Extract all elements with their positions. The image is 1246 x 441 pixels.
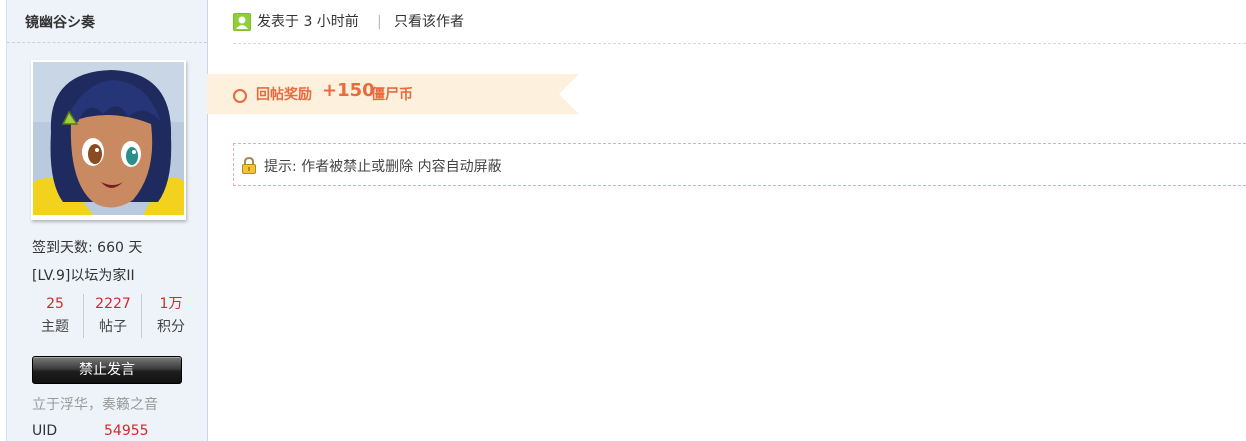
stat-value: 1万 bbox=[159, 296, 183, 312]
stat-posts[interactable]: 2227 帖子 bbox=[85, 292, 141, 338]
only-author-link[interactable]: 只看该作者 bbox=[394, 12, 464, 32]
circle-icon bbox=[233, 89, 247, 103]
stat-points[interactable]: 1万 积分 bbox=[143, 292, 199, 338]
stat-divider bbox=[141, 294, 142, 338]
meta-divider-line bbox=[233, 43, 1246, 44]
avatar-image bbox=[33, 62, 184, 215]
user-level[interactable]: [LV.9]以坛为家II bbox=[32, 265, 135, 285]
reply-reward-banner: 回帖奖励 +150 僵尸币 bbox=[207, 74, 579, 114]
reward-label: 回帖奖励 bbox=[256, 87, 312, 103]
stat-label: 积分 bbox=[157, 319, 185, 335]
notice-text: 提示: 作者被禁止或删除 内容自动屏蔽 bbox=[264, 159, 502, 175]
uid-value: 54955 bbox=[104, 423, 149, 439]
user-motto: 立于浮华，奏籁之音 bbox=[32, 397, 158, 413]
uid-label: UID bbox=[32, 423, 58, 439]
stat-label: 主题 bbox=[41, 319, 69, 335]
avatar[interactable] bbox=[31, 60, 186, 220]
user-stats: 25 主题 2227 帖子 1万 积分 bbox=[25, 292, 195, 340]
sidebar-divider bbox=[7, 42, 207, 43]
user-icon bbox=[233, 13, 251, 31]
ban-speech-badge: 禁止发言 bbox=[32, 356, 182, 384]
stat-value: 25 bbox=[46, 296, 64, 312]
reward-unit: 僵尸币 bbox=[371, 87, 413, 103]
reward-amount: +150 bbox=[322, 80, 375, 101]
stat-label: 帖子 bbox=[99, 319, 127, 335]
author-sidebar: 镜幽谷シ奏 签到天数: 660 天 [LV.9]以坛为家II 25 主题 222… bbox=[6, 0, 208, 441]
lock-icon bbox=[242, 157, 256, 174]
stat-divider bbox=[83, 294, 84, 338]
blocked-notice: 提示: 作者被禁止或删除 内容自动屏蔽 bbox=[233, 143, 1246, 186]
author-name[interactable]: 镜幽谷シ奏 bbox=[25, 12, 95, 32]
meta-divider: | bbox=[377, 14, 382, 30]
stat-value: 2227 bbox=[95, 296, 131, 312]
post-time: 发表于 3 小时前 bbox=[257, 14, 359, 30]
stat-topics[interactable]: 25 主题 bbox=[27, 292, 83, 338]
sign-days: 签到天数: 660 天 bbox=[32, 240, 143, 256]
